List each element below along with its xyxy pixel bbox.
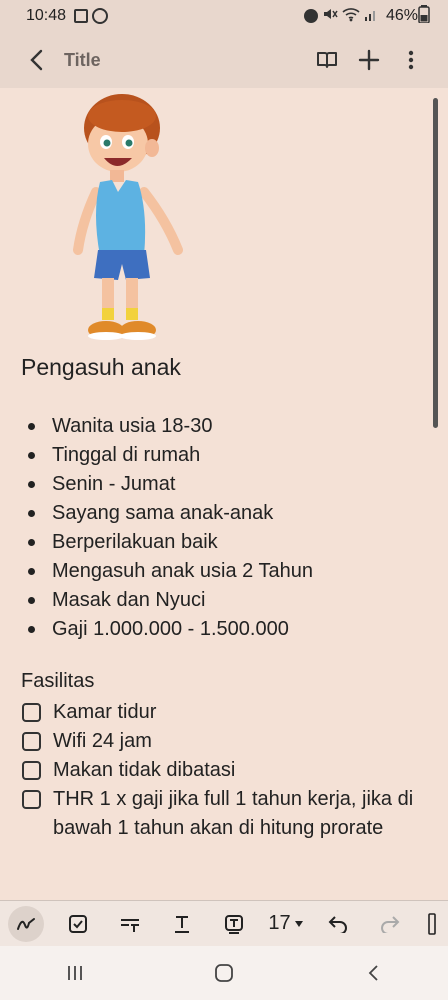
more-vert-icon (408, 50, 414, 70)
home-button[interactable] (194, 953, 254, 993)
bullet-icon (28, 626, 35, 633)
battery-percent: 46% (385, 7, 418, 24)
checkbox[interactable] (22, 703, 41, 722)
text-style-button[interactable] (104, 901, 156, 947)
font-size-dropdown[interactable]: 17 (260, 901, 312, 947)
back-button[interactable] (16, 40, 56, 80)
bullet-icon (28, 510, 35, 517)
text-box-button[interactable] (208, 901, 260, 947)
insert-button[interactable] (348, 39, 390, 81)
redo-icon (381, 915, 400, 933)
drag-handle-icon (428, 912, 436, 935)
book-icon (317, 52, 337, 68)
bullet-icon (28, 568, 35, 575)
toolbar-overflow-button[interactable] (416, 901, 448, 947)
list-item: Berperilakuan baik (28, 528, 313, 557)
requirements-list: Wanita usia 18-30 Tinggal di rumah Senin… (28, 412, 313, 644)
system-back-button[interactable] (343, 953, 403, 993)
undo-icon (328, 915, 347, 933)
note-title[interactable]: Title (64, 50, 306, 71)
more-options-button[interactable] (390, 39, 432, 81)
reading-mode-button[interactable] (306, 39, 348, 81)
redo-button[interactable] (364, 901, 416, 947)
checkbox-icon (69, 914, 87, 933)
checklist-item: THR 1 x gaji jika full 1 tahun kerja, ji… (22, 785, 428, 843)
checkbox[interactable] (22, 732, 41, 751)
battery-icon (418, 4, 430, 28)
recent-apps-button[interactable] (45, 953, 105, 993)
list-item: Tinggal di rumah (28, 441, 313, 470)
chevron-left-icon (30, 49, 43, 71)
mute-icon (322, 6, 338, 27)
checklist-item: Makan tidak dibatasi (22, 756, 428, 785)
note-content[interactable]: Pengasuh anak Wanita usia 18-30 Tinggal … (0, 88, 448, 900)
plus-icon (358, 49, 380, 71)
list-item: Sayang sama anak-anak (28, 499, 313, 528)
checklist-item: Kamar tidur (22, 698, 428, 727)
checkbox-tool-button[interactable] (52, 901, 104, 947)
text-format-icon (175, 915, 189, 933)
list-item: Masak dan Nyuci (28, 586, 313, 615)
checklist-item: Wifi 24 jam (22, 727, 428, 756)
checkbox[interactable] (22, 790, 41, 809)
checkbox[interactable] (22, 761, 41, 780)
undo-button[interactable] (312, 901, 364, 947)
bullet-icon (28, 481, 35, 488)
note-heading: Pengasuh anak (21, 354, 181, 380)
child-illustration (73, 94, 183, 340)
wifi-icon (342, 6, 360, 27)
bullet-icon (28, 423, 35, 430)
font-format-button[interactable] (156, 901, 208, 947)
home-icon (215, 964, 233, 982)
list-item: Mengasuh anak usia 2 Tahun (28, 557, 313, 586)
whatsapp-notification-icon (92, 8, 109, 24)
status-time: 10:48 (26, 7, 67, 24)
alarm-icon (303, 9, 318, 23)
signal-icon (364, 7, 378, 26)
gallery-notification-icon (74, 9, 89, 23)
system-nav-bar (0, 946, 448, 1000)
handwriting-icon (17, 917, 35, 930)
list-item: Gaji 1.000.000 - 1.500.000 (28, 615, 313, 644)
back-icon (369, 965, 378, 981)
recents-icon (67, 966, 82, 980)
facilities-checklist: Kamar tidur Wifi 24 jam Makan tidak diba… (22, 698, 428, 843)
font-size-value: 17 (268, 912, 291, 934)
list-item: Senin - Jumat (28, 470, 313, 499)
text-style-icon (121, 918, 139, 932)
caret-down-icon (294, 920, 303, 927)
bullet-icon (28, 452, 35, 459)
list-item: Wanita usia 18-30 (28, 412, 313, 441)
status-bar: 10:48 46% (0, 0, 448, 32)
facilities-label: Fasilitas (21, 670, 95, 692)
pen-mode-button[interactable] (0, 901, 52, 947)
editing-toolbar: 17 (0, 900, 448, 946)
app-bar: Title (0, 32, 448, 88)
scrollbar[interactable] (433, 98, 438, 428)
bullet-icon (28, 539, 35, 546)
bullet-icon (28, 597, 35, 604)
text-box-icon (225, 914, 243, 934)
